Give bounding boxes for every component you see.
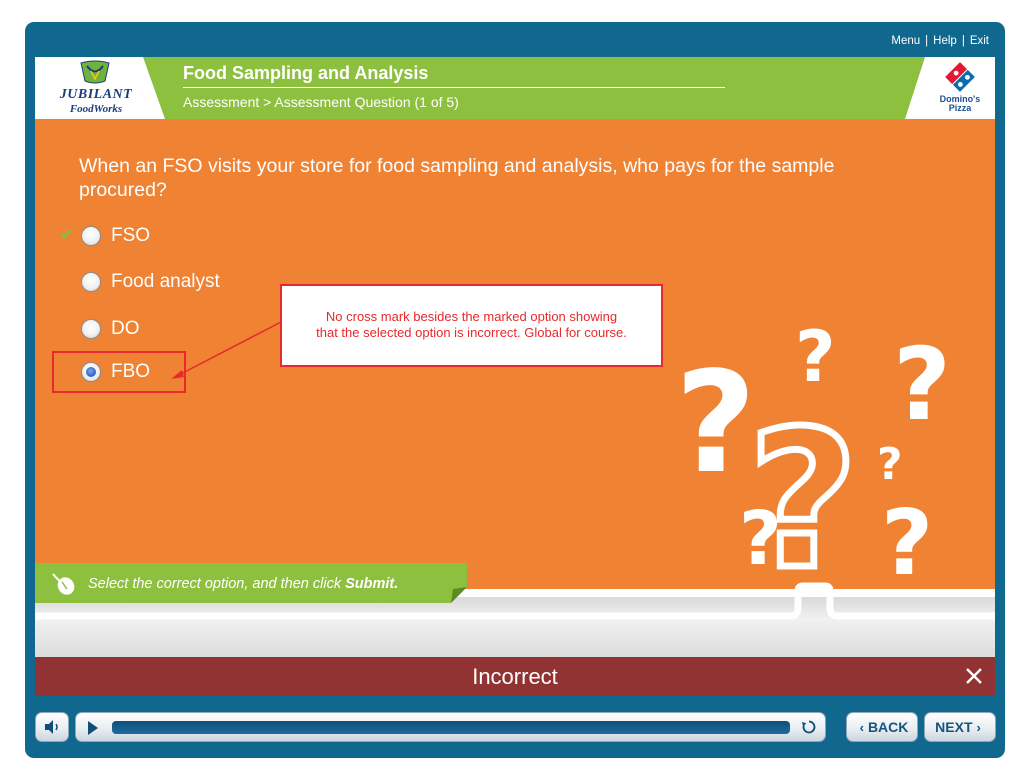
instruction-text: Select the correct option, and then clic…: [88, 576, 398, 592]
top-menu: Menu | Help | Exit: [891, 35, 989, 47]
option-do[interactable]: DO: [81, 316, 140, 342]
correct-check-icon: ✔: [60, 225, 75, 244]
dominos-line-2: Pizza: [948, 103, 972, 113]
back-label: BACK: [867, 719, 909, 735]
play-icon[interactable]: [88, 721, 98, 735]
header-green-band: [143, 57, 925, 119]
course-title: Food Sampling and Analysis: [183, 63, 429, 83]
seek-bar[interactable]: [75, 712, 826, 742]
player-frame: Menu | Help | Exit JUBILANT FoodWorks Fo…: [25, 22, 1005, 758]
next-button[interactable]: NEXT ›: [924, 712, 996, 742]
question-panel: When an FSO visits your store for food s…: [35, 119, 995, 657]
option-label: FSO: [111, 225, 151, 246]
logo-line-2: FoodWorks: [69, 103, 123, 115]
option-fso[interactable]: FSO: [81, 223, 150, 249]
mouse-pointer-icon: [52, 573, 75, 595]
option-label: Food analyst: [111, 271, 220, 292]
jubilant-foodworks-logo: JUBILANT FoodWorks: [45, 59, 145, 117]
question-mark-icon: ?: [739, 496, 782, 582]
option-food-analyst[interactable]: Food analyst: [81, 269, 220, 295]
annotation-line-2: that the selected option is incorrect. G…: [316, 325, 627, 340]
logo-line-1: JUBILANT: [59, 87, 133, 102]
annotation-callout: No cross mark besides the marked option …: [280, 284, 663, 367]
help-link[interactable]: Help: [933, 35, 957, 47]
instruction-action: Submit.: [345, 576, 399, 592]
back-button[interactable]: ‹ BACK: [846, 712, 918, 742]
player-controls: ‹ BACK NEXT ›: [35, 710, 996, 746]
speaker-icon: [45, 720, 58, 734]
question-mark-icon: ?: [877, 439, 903, 490]
option-label: DO: [111, 318, 140, 339]
next-label: NEXT: [935, 719, 973, 735]
progress-track[interactable]: [112, 721, 790, 734]
course-header: JUBILANT FoodWorks Food Sampling and Ana…: [35, 57, 995, 119]
instruction-banner: Select the correct option, and then clic…: [35, 563, 467, 603]
radio-button[interactable]: [81, 319, 101, 339]
menu-separator: |: [961, 35, 965, 47]
chevron-right-icon: ›: [976, 719, 981, 735]
close-icon[interactable]: [963, 665, 985, 687]
radio-button[interactable]: [81, 226, 101, 246]
dominos-wordmark: Domino's Pizza: [935, 95, 985, 113]
replay-icon[interactable]: [801, 719, 817, 735]
breadcrumb: Assessment > Assessment Question (1 of 5…: [183, 94, 459, 110]
question-mark-icon: ?: [893, 326, 951, 443]
title-divider: [183, 87, 725, 88]
feedback-bar: Incorrect: [35, 657, 995, 696]
jubilant-emblem-icon: [80, 60, 110, 84]
chevron-left-icon: ‹: [859, 719, 864, 735]
annotation-highlight-box: [52, 351, 186, 393]
feedback-text: Incorrect: [472, 664, 558, 689]
volume-button[interactable]: [35, 712, 69, 742]
question-text: When an FSO visits your store for food s…: [79, 155, 835, 201]
radio-button[interactable]: [81, 272, 101, 292]
question-mark-icon: ?: [795, 316, 836, 398]
outline-question-mark-icon: ?: [748, 390, 858, 611]
question-mark-icon: ?: [881, 491, 933, 596]
exit-link[interactable]: Exit: [970, 35, 989, 47]
annotation-line-1: No cross mark besides the marked option …: [325, 309, 618, 324]
instruction-prefix: Select the correct option, and then clic…: [88, 576, 346, 592]
question-mark-icon: ?: [675, 342, 756, 505]
dominos-tile-icon: [943, 61, 977, 94]
dominos-logo: Domino's Pizza: [935, 61, 985, 117]
menu-link[interactable]: Menu: [891, 35, 920, 47]
menu-separator: |: [925, 35, 929, 47]
